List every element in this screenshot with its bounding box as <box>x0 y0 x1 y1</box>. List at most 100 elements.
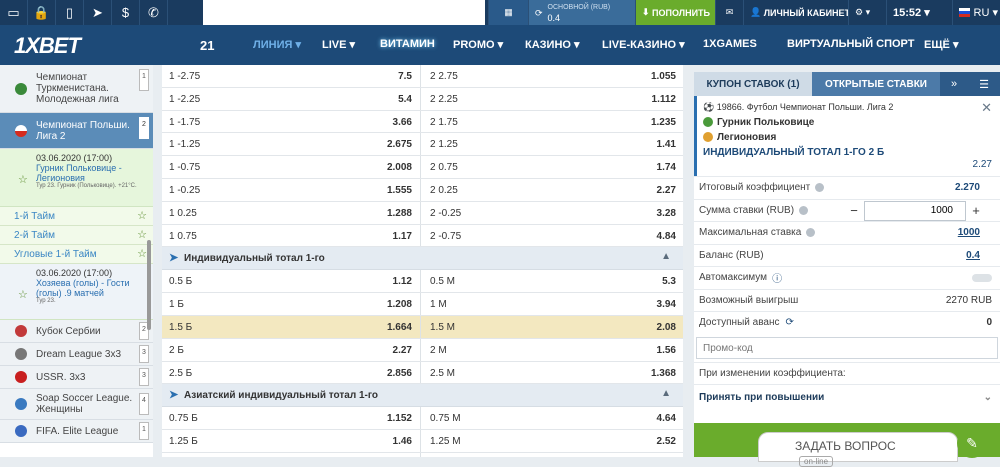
star-icon[interactable]: ☆ <box>137 228 147 241</box>
lock-icon[interactable]: 🔒 <box>28 0 56 25</box>
match-teams[interactable]: Гурник Польковице - Легионовия <box>36 163 145 183</box>
stake-input[interactable] <box>864 200 966 221</box>
odds-value[interactable]: 5.4 <box>372 94 412 105</box>
deposit-button[interactable]: ⬇ ПОПОЛНИТЬ <box>635 0 715 25</box>
telegram-icon[interactable]: ➤ <box>84 0 112 25</box>
call-icon[interactable]: ✆ <box>140 0 168 25</box>
language-select[interactable]: RU ▾ <box>952 0 1000 25</box>
chevron-up-icon[interactable]: ▲ <box>661 388 671 399</box>
chevron-up-icon[interactable]: ▲ <box>661 251 671 262</box>
nav-promo[interactable]: PROMO ▾ <box>453 38 503 51</box>
ask-question-widget[interactable]: ЗАДАТЬ ВОПРОС on-line <box>758 432 958 467</box>
sidebar-league-turkmenistan[interactable]: Чемпионат Туркменистана. Молодежная лига… <box>0 65 153 113</box>
tab-coupon[interactable]: КУПОН СТАВОК (1) <box>694 72 812 96</box>
odds-value[interactable]: 1.12 <box>372 276 412 287</box>
phone-icon[interactable]: ▯ <box>56 0 84 25</box>
odds-value[interactable]: 1.74 <box>634 162 676 173</box>
sidebar-league-fifa[interactable]: FIFA. Elite League 1 <box>0 420 153 443</box>
refresh-icon[interactable]: ⟳ <box>785 317 793 328</box>
sidebar-link-corners[interactable]: Угловые 1-й Тайм ☆ <box>0 245 153 264</box>
odds-value[interactable]: 3.94 <box>634 299 676 310</box>
sidebar-link-1st-half[interactable]: 1-й Тайм ☆ <box>0 207 153 226</box>
tab-open-bets[interactable]: ОТКРЫТЫЕ СТАВКИ <box>812 72 940 96</box>
logo[interactable]: 1XBET <box>14 33 81 59</box>
odds-value[interactable]: 2.08 <box>634 322 676 333</box>
menu-icon[interactable]: ☰ <box>979 78 989 91</box>
odds-value[interactable]: 4.84 <box>634 231 676 242</box>
qr-code-icon[interactable]: ▦ <box>488 0 528 25</box>
gear-icon[interactable] <box>815 183 825 193</box>
star-icon[interactable]: ☆ <box>18 288 28 301</box>
sidebar-scrollbar[interactable] <box>147 240 151 330</box>
gear-icon[interactable] <box>806 228 816 238</box>
nav-more[interactable]: ЕЩЁ ▾ <box>924 38 958 51</box>
nav-1xgames[interactable]: 1XGAMES <box>703 38 757 50</box>
market-section-header[interactable]: ➤ Индивидуальный тотал 1-го ▲ <box>162 247 683 271</box>
odds-value[interactable]: 3.66 <box>372 117 412 128</box>
sidebar-match[interactable]: 03.06.2020 (17:00) Гурник Польковице - Л… <box>0 149 153 207</box>
odds-value[interactable]: 2.27 <box>372 345 412 356</box>
sidebar-league-poland[interactable]: Чемпионат Польши. Лига 2 2 <box>0 113 153 149</box>
nav-line[interactable]: ЛИНИЯ ▾ <box>253 38 301 51</box>
odds-change-select[interactable]: Принять при повышении ⌄ <box>694 383 1000 410</box>
odds-value[interactable]: 2.52 <box>634 436 676 447</box>
odds-value[interactable]: 1.41 <box>634 139 676 150</box>
star-icon[interactable]: ☆ <box>137 209 147 222</box>
odds-value[interactable]: 1.288 <box>372 208 412 219</box>
odds-value[interactable]: 1.664 <box>372 322 412 333</box>
odds-value[interactable]: 2.008 <box>372 162 412 173</box>
max-stake-value[interactable]: 1000 <box>958 227 980 238</box>
cabinet-button[interactable]: 👤 ЛИЧНЫЙ КАБИНЕТ <box>743 0 850 25</box>
close-icon[interactable]: ✕ <box>981 100 992 116</box>
desktop-icon[interactable]: ▭ <box>0 0 28 25</box>
mail-icon[interactable]: ✉ <box>715 0 743 25</box>
star-icon[interactable]: ☆ <box>18 173 28 186</box>
odds-value[interactable]: 1.555 <box>372 185 412 196</box>
sidebar-link-2nd-half[interactable]: 2-й Тайм ☆ <box>0 226 153 245</box>
match-teams[interactable]: Хозяева (голы) - Гости (голы) .9 матчей <box>36 278 145 298</box>
double-chevron-icon[interactable]: » <box>951 78 957 90</box>
clock[interactable]: 15:52 ▾ <box>886 0 952 25</box>
sidebar-league-ussr[interactable]: USSR. 3x3 3 <box>0 366 153 389</box>
odds-value[interactable]: 1.152 <box>372 413 412 424</box>
promo-code-input[interactable]: Промо-код <box>696 336 998 359</box>
sidebar-league-serbia[interactable]: Кубок Сербии 2 <box>0 320 153 343</box>
odds-value[interactable]: 2.675 <box>372 139 412 150</box>
star-icon[interactable]: ☆ <box>137 247 147 260</box>
refresh-icon[interactable]: ⟳ <box>535 8 543 18</box>
info-icon[interactable]: ⓘ <box>772 270 782 285</box>
plus-button[interactable]: + <box>966 203 986 218</box>
odds-value[interactable]: 1.46 <box>372 436 412 447</box>
sidebar-league-dream[interactable]: Dream League 3x3 3 <box>0 343 153 366</box>
odds-value[interactable]: 1.208 <box>372 299 412 310</box>
odds-value[interactable]: 2.27 <box>634 185 676 196</box>
odds-value[interactable]: 2.856 <box>372 368 412 379</box>
odds-value[interactable]: 1.235 <box>634 117 676 128</box>
market-section-header[interactable]: ➤ Азиатский индивидуальный тотал 1-го ▲ <box>162 384 683 408</box>
nav-live[interactable]: LIVE ▾ <box>322 38 355 51</box>
nav-vitamin[interactable]: ВИТАМИН <box>380 38 435 50</box>
odds-value[interactable]: 1.368 <box>634 368 676 379</box>
dollar-icon[interactable]: $ <box>112 0 140 25</box>
nav-casino[interactable]: КАЗИНО ▾ <box>525 38 580 51</box>
sidebar-league-soap[interactable]: Soap Soccer League. Женщины 4 <box>0 389 153 420</box>
gear-icon[interactable] <box>799 205 809 215</box>
minus-button[interactable]: − <box>844 203 864 218</box>
nav-21[interactable]: 21 <box>200 38 214 53</box>
account-balance[interactable]: ⟳ ОСНОВНОЙ (RUB) 0.4 <box>528 0 635 25</box>
odds-value[interactable]: 3.28 <box>634 208 676 219</box>
sidebar-match[interactable]: 03.06.2020 (17:00) Хозяева (голы) - Гост… <box>0 264 153 320</box>
nav-live-casino[interactable]: LIVE-КАЗИНО ▾ <box>602 38 685 51</box>
chat-icon[interactable]: ✎ <box>957 428 987 458</box>
nav-virtual-sport[interactable]: ВИРТУАЛЬНЫЙ СПОРТ <box>787 38 914 50</box>
odds-value[interactable]: 1.56 <box>634 345 676 356</box>
odds-value[interactable]: 4.64 <box>634 413 676 424</box>
odds-value[interactable]: 1.112 <box>634 94 676 105</box>
balance-value[interactable]: 0.4 <box>966 250 980 261</box>
automax-toggle[interactable] <box>972 273 992 282</box>
settings-gear-icon[interactable]: ⚙ ▾ <box>848 0 886 25</box>
odds-value[interactable]: 5.3 <box>634 276 676 287</box>
odds-value[interactable]: 1.17 <box>372 231 412 242</box>
odds-value[interactable]: 7.5 <box>372 71 412 82</box>
odds-value[interactable]: 1.055 <box>634 71 676 82</box>
